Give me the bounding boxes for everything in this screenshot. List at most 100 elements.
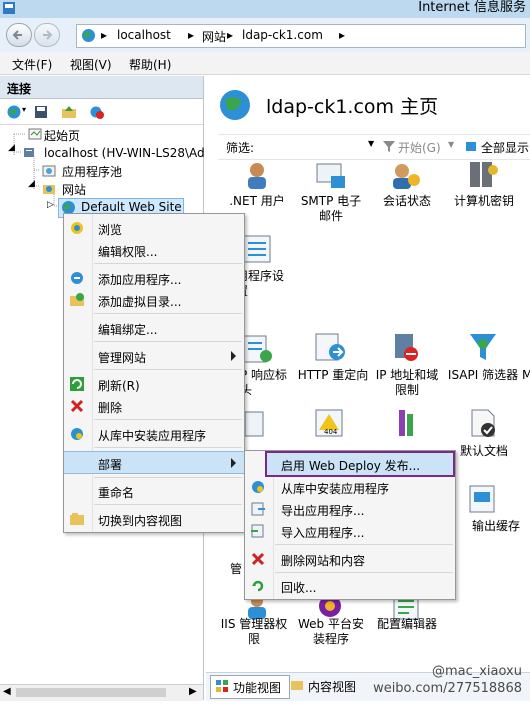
start-page-icon [28,128,42,140]
iis-app-icon [3,2,15,14]
features-view-label: 功能视图 [233,681,282,695]
connections-toolbar: ▾ [0,100,203,125]
filter-dropdown-icon[interactable]: ▼ [368,139,374,148]
features-view-icon [216,680,228,692]
globe-icon [82,29,95,42]
breadcrumb-localhost[interactable]: localhost [117,28,171,42]
menu-help[interactable]: 帮助(H) [129,56,171,73]
tab-features-view[interactable]: 功能视图 [210,675,290,699]
tree-item-sites[interactable]: 网站 [62,181,86,198]
content-view-icon [291,681,303,690]
back-button[interactable] [6,23,32,47]
scroll-right-icon[interactable]: ▶ [189,686,197,697]
feature-http-response-headers[interactable]: P 响应标头 [240,368,296,398]
deploy-submenu: 启用 Web Deploy 发布... 从库中安装应用程序 导出应用程序... … [244,450,456,600]
net-users-icon [248,163,266,189]
feature-net-users[interactable]: .NET 用户 [222,194,292,209]
recycle-icon [252,580,264,592]
tree-item-app-pools[interactable]: 应用程序池 [62,163,122,180]
menu-item-edit-bindings[interactable]: 编辑绑定... [64,317,244,339]
feature-machine-key[interactable]: 计算机密钥 [446,194,522,209]
breadcrumb-separator: ▸ [101,28,108,42]
menu-item-export-application[interactable]: 导出应用程序... [245,498,455,520]
default-document-icon [471,409,495,437]
feature-smtp-email[interactable]: SMTP 电子 邮件 [294,194,368,224]
expand-toggle-icon[interactable]: ◢ [8,143,15,153]
feature-partial-icon [244,411,264,437]
menu-separator [94,313,242,314]
menu-item-add-application[interactable]: 添加应用程序... [64,267,244,289]
menu-item-delete-site-and-content[interactable]: 删除网站和内容 [245,548,455,570]
menu-separator [275,544,453,545]
menu-item-recycle[interactable]: 回收... [245,575,455,597]
feature-isapi-filters[interactable]: ISAPI 筛选器 [444,368,522,383]
feature-web-platform-installer[interactable]: Web 平台安 装程序 [294,617,368,647]
feature-http-redirect[interactable]: HTTP 重定向 [294,368,372,383]
dropdown-arrow-icon[interactable]: ▾ [22,105,26,114]
menu-item-rename[interactable]: 重命名 [64,480,244,502]
menu-item-add-virtual-directory[interactable]: 添加虚拟目录... [64,289,244,311]
menu-item-browse[interactable]: 浏览 [64,217,244,239]
address-bar[interactable]: ▸ localhost ▸ 网站 ▸ ldap-ck1.com ▸ [76,24,526,48]
save-icon[interactable] [33,104,49,120]
breadcrumb-separator: ▸ [339,28,346,42]
feature-ip-domain-restrictions[interactable]: IP 地址和域 限制 [372,368,442,398]
horizontal-scrollbar[interactable]: ◀ ▶ [0,684,203,701]
feature-default-document[interactable]: 默认文档 [446,444,522,459]
menu-separator [94,263,242,264]
feature-session-state[interactable]: 会话状态 [372,194,442,209]
watermark: @mac_xiaoxu weibo.com/277518868 [373,663,522,697]
menu-item-install-from-gallery[interactable]: 从库中安装应用程序 [245,476,455,498]
menu-view[interactable]: 视图(V) [70,56,112,73]
filter-input[interactable] [262,137,374,155]
menu-separator [94,369,242,370]
menu-bar: 文件(F) 视图(V) 帮助(H) [0,52,530,75]
title-bar: Internet 信息服务 [0,0,530,18]
site-globe-icon [220,90,250,120]
menu-item-manage-site[interactable]: 管理网站 [64,345,244,367]
menu-item-import-application[interactable]: 导入应用程序... [245,520,455,542]
tree-item-server[interactable]: localhost (HV-WIN-LS28\Ad [44,146,205,160]
disconnect-icon[interactable] [89,104,105,120]
feature-configuration-editor[interactable]: 配置编辑器 [370,617,444,632]
menu-item-refresh[interactable]: 刷新(R) [64,373,244,395]
machine-key-icon [470,162,498,187]
start-button[interactable]: 开始(G) [398,139,441,156]
scroll-thumb[interactable] [16,688,166,697]
add-virtual-directory-icon [70,293,84,306]
menu-item-deploy[interactable]: 部署 [64,451,244,474]
scroll-left-icon[interactable]: ◀ [3,686,11,697]
connect-globe-icon[interactable] [6,104,22,120]
tab-content-view[interactable]: 内容视图 [290,675,368,697]
menu-separator [94,419,242,420]
show-all-button[interactable]: 全部显示 [481,139,529,156]
tree-item-start-page[interactable]: 起始页 [44,127,80,144]
breadcrumb-separator: ▸ [227,28,234,42]
menu-item-delete[interactable]: 删除 [64,395,244,417]
server-icon [24,148,34,157]
refresh-icon [70,377,84,391]
collapse-toggle-icon[interactable]: ▷ [47,200,54,210]
menu-item-install-from-gallery[interactable]: 从库中安装应用程序 [64,423,244,445]
expand-toggle-icon[interactable]: ◢ [28,179,35,189]
up-folder-icon[interactable] [61,104,77,120]
filter-label: 筛选: [226,141,255,155]
feature-iis-manager-permissions[interactable]: IIS 管理器权限 [216,617,292,647]
breadcrumb-sites[interactable]: 网站 [202,28,226,45]
delete-icon [251,552,265,566]
start-dropdown-icon[interactable]: ▼ [448,140,454,149]
funnel-icon [383,141,395,152]
menu-separator [94,341,242,342]
feature-truncated[interactable]: M [522,368,530,383]
ip-domain-restrictions-icon [395,334,418,361]
filter-bar: 筛选: ▼ 开始(G) ▼ 全部显示 [218,134,530,160]
menu-item-switch-content-view[interactable]: 切换到内容视图 [64,508,244,530]
install-gallery-icon [252,481,264,493]
default-site-label: Default Web Site [81,200,182,214]
breadcrumb-site[interactable]: ldap-ck1.com [242,28,323,42]
menu-file[interactable]: 文件(F) [12,56,52,73]
back-arrow-icon [12,30,22,40]
forward-button[interactable] [34,23,60,47]
menu-item-edit-permissions[interactable]: 编辑权限... [64,239,244,261]
menu-item-enable-web-deploy[interactable]: 启用 Web Deploy 发布... [265,451,455,477]
